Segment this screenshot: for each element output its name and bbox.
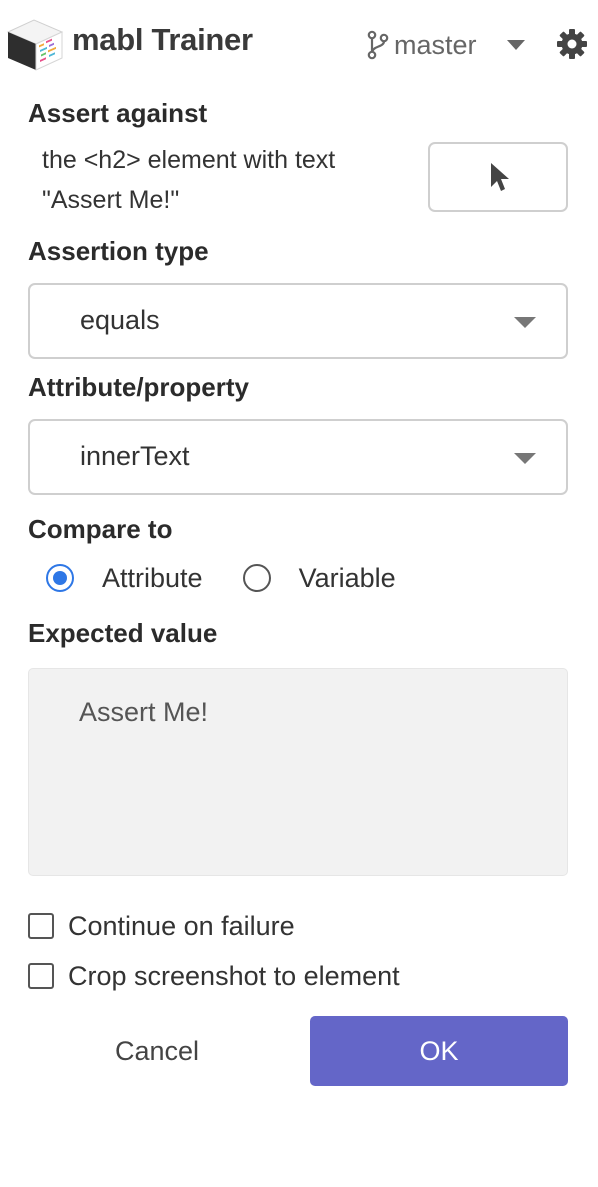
expected-value-text: Assert Me! — [79, 697, 209, 727]
assertion-type-label: Assertion type — [28, 236, 209, 266]
assert-against-label: Assert against — [28, 98, 208, 128]
continue-on-failure-label[interactable]: Continue on failure — [68, 911, 295, 942]
continue-on-failure-checkbox[interactable] — [28, 913, 54, 939]
crop-screenshot-checkbox[interactable] — [28, 963, 54, 989]
target-line-2: "Assert Me!" — [42, 186, 180, 214]
assertion-type-value: equals — [80, 305, 160, 335]
radio-attribute[interactable] — [46, 564, 74, 592]
branch-selector[interactable]: master — [366, 28, 525, 62]
chevron-down-icon — [514, 317, 536, 328]
header: mabl Trainer master — [0, 0, 598, 90]
app-title: mabl Trainer — [72, 22, 253, 57]
compare-to-label: Compare to — [28, 514, 173, 544]
element-picker-button[interactable] — [428, 142, 568, 212]
cancel-button[interactable]: Cancel — [28, 1016, 286, 1086]
radio-variable[interactable] — [242, 564, 271, 592]
target-element-description: the <h2> element with text "Assert Me!" — [42, 140, 422, 220]
radio-attribute-label[interactable]: Attribute — [102, 563, 203, 594]
chevron-down-icon — [514, 453, 536, 464]
crop-screenshot-label[interactable]: Crop screenshot to element — [68, 961, 400, 992]
git-branch-icon — [367, 30, 389, 60]
attribute-property-value: innerText — [80, 441, 190, 471]
target-line-1: the <h2> element with text — [42, 146, 336, 174]
assertion-type-select[interactable]: equals — [28, 283, 568, 359]
expected-value-label: Expected value — [28, 618, 218, 648]
radio-variable-label[interactable]: Variable — [299, 563, 396, 594]
branch-name: master — [394, 29, 477, 60]
caret-down-icon — [506, 40, 525, 50]
continue-on-failure-option[interactable]: Continue on failure — [28, 908, 295, 944]
mabl-logo — [6, 19, 64, 71]
attribute-property-label: Attribute/property — [28, 372, 249, 402]
expected-value-field[interactable]: Assert Me! — [28, 668, 568, 876]
compare-to-radio-group: Attribute Variable — [46, 556, 396, 600]
attribute-property-select[interactable]: innerText — [28, 419, 568, 495]
crop-screenshot-option[interactable]: Crop screenshot to element — [28, 958, 400, 994]
cursor-icon — [491, 163, 509, 191]
gear-icon[interactable] — [556, 28, 588, 60]
ok-button[interactable]: OK — [310, 1016, 568, 1086]
